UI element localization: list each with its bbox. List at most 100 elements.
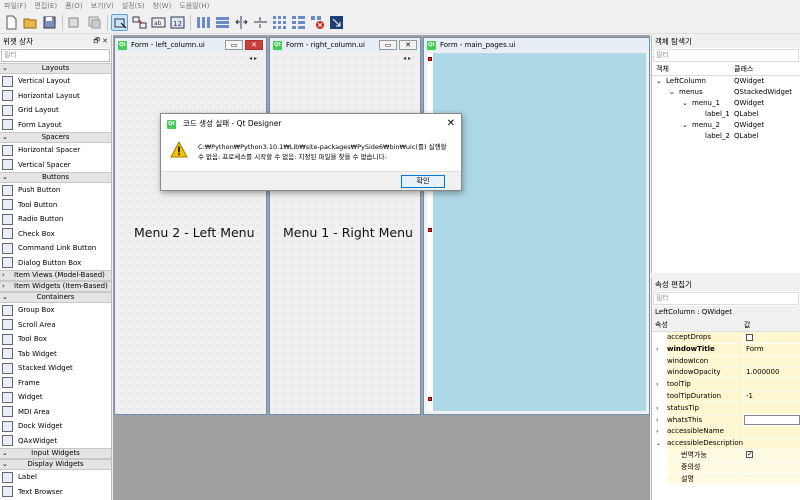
property-value[interactable]: Form [744,343,800,355]
property-row[interactable]: › statusTip [652,402,800,415]
minimize-button[interactable]: ▭ [379,40,397,50]
object-tree-row[interactable]: ⌄ menu_2 QWidget [652,120,800,131]
chevron-right-icon[interactable]: › [656,344,658,356]
property-value[interactable]: 1.000000 [744,367,800,379]
widget-box-item[interactable]: Frame [0,376,111,391]
chevron-right-icon[interactable]: › [656,415,658,427]
ok-button[interactable]: 확인 [401,175,445,188]
property-checkbox[interactable] [746,449,753,461]
widget-box-item[interactable]: Vertical Layout [0,74,111,89]
selection-handle[interactable] [428,228,432,232]
menu-item[interactable]: 설정(S) [118,0,149,12]
widget-box-filter-input[interactable]: 필터 [1,49,110,62]
column-header-property[interactable]: 속성 [652,319,744,331]
menu-item[interactable]: 보기(V) [87,0,118,12]
copy-icon[interactable] [86,14,103,31]
property-row[interactable]: › toolTip [652,379,800,391]
property-row[interactable]: windowOpacity 1.000000 [652,367,800,380]
chevron-down-icon[interactable]: ⌄ [682,120,688,131]
widget-category-header[interactable]: › Item Widgets (Item-Based) [0,281,111,292]
column-header-class[interactable]: 클래스 [734,63,753,75]
object-tree-row[interactable]: label_1 QLabel [652,109,800,120]
menu-item[interactable]: 창(W) [149,0,176,12]
property-row[interactable]: toolTipDuration -1 [652,390,800,403]
menu-item[interactable]: 파일(F) [0,0,30,12]
save-icon[interactable] [41,14,58,31]
layout-vertical-icon[interactable] [214,14,231,31]
stack-page-arrows-icon[interactable]: ◂ ▸ [249,55,257,62]
property-value[interactable] [744,332,800,343]
property-row[interactable]: acceptDrops [652,332,800,344]
property-value[interactable] [744,473,800,485]
property-value[interactable] [744,449,800,461]
widget-box-item[interactable]: Widget [0,390,111,405]
form-canvas[interactable]: ◂ ▸ Menu 1 - Right Menu [273,53,417,411]
new-file-icon[interactable] [3,14,20,31]
close-button[interactable]: ✕ [245,40,263,50]
menu-item[interactable]: 폼(O) [61,0,86,12]
form-window-main-pages[interactable]: Qt Form - main_pages.ui [423,37,650,415]
minimize-button[interactable]: ▭ [225,40,243,50]
property-value[interactable] [744,379,800,390]
object-inspector-filter-input[interactable]: 필터 [653,49,799,62]
menu-label[interactable]: Menu 2 - Left Menu [134,225,255,240]
widget-box-item[interactable]: MDI Area [0,405,111,420]
edit-widgets-icon[interactable] [111,14,128,31]
form-canvas[interactable]: ◂ ▸ Menu 2 - Left Menu [118,53,263,411]
property-row[interactable]: 중의성 [652,461,800,474]
widget-box-item[interactable]: Tool Box [0,332,111,347]
widget-box-item[interactable]: Push Button [0,183,111,198]
widget-box-item[interactable]: Group Box [0,303,111,318]
widget-box-item[interactable]: Vertical Spacer [0,158,111,173]
property-value[interactable] [744,461,800,473]
edit-signals-icon[interactable] [131,14,148,31]
property-value[interactable] [744,426,800,438]
form-window-right-column[interactable]: Qt Form - right_column.ui ▭ ✕ ◂ ▸ Menu 1… [269,37,421,415]
chevron-right-icon[interactable]: › [656,403,658,415]
selection-handle[interactable] [428,397,432,401]
widget-box-item[interactable]: Dock Widget [0,419,111,434]
edit-tab-order-icon[interactable]: 12 [169,14,186,31]
chevron-down-icon[interactable]: ⌄ [669,87,675,98]
property-value[interactable] [744,414,800,426]
form-canvas[interactable] [427,53,646,411]
object-tree-row[interactable]: ⌄ menus QStackedWidget [652,87,800,98]
menu-label[interactable]: Menu 1 - Right Menu [283,225,413,240]
widget-box-item[interactable]: Grid Layout [0,103,111,118]
property-row[interactable]: ⌄ accessibleDescription [652,438,800,450]
property-value[interactable] [744,355,800,367]
form-title-bar[interactable]: Qt Form - left_column.ui ▭ ✕ [115,38,266,52]
property-row[interactable]: › windowTitle Form [652,343,800,356]
widget-category-header[interactable]: ⌄ Buttons [0,172,111,183]
property-row[interactable]: 번역가능 [652,449,800,462]
widget-box-item[interactable]: Stacked Widget [0,361,111,376]
object-tree-row[interactable]: ⌄ menu_1 QWidget [652,98,800,109]
property-row[interactable]: windowIcon [652,355,800,368]
widget-category-header[interactable]: › Item Views (Model-Based) [0,270,111,281]
property-row[interactable]: › accessibleName [652,426,800,439]
widget-box-item[interactable]: Scroll Area [0,318,111,333]
dialog-close-button[interactable]: ✕ [447,114,455,134]
chevron-down-icon[interactable]: ⌄ [656,438,661,450]
layout-grid-icon[interactable] [271,14,288,31]
widget-category-header[interactable]: ⌄ Display Widgets [0,459,111,470]
layout-form-icon[interactable] [290,14,307,31]
menu-item[interactable]: 편집(E) [30,0,61,12]
form-window-left-column[interactable]: Qt Form - left_column.ui ▭ ✕ ◂ ▸ Menu 2 … [114,37,267,415]
column-header-value[interactable]: 값 [744,319,750,331]
property-value[interactable]: -1 [744,390,800,402]
cut-icon[interactable] [66,14,83,31]
property-row[interactable]: 설명 [652,473,800,486]
edit-buddies-icon[interactable]: ab [150,14,167,31]
widget-box-item[interactable]: Tool Button [0,198,111,213]
column-header-object[interactable]: 객체 [652,63,734,75]
close-button[interactable]: ✕ [399,40,417,50]
property-row[interactable]: › whatsThis [652,414,800,427]
object-tree-row[interactable]: ⌄ LeftColumn QWidget [652,76,800,87]
adjust-size-icon[interactable] [328,14,345,31]
widget-category-header[interactable]: ⌄ Layouts [0,63,111,74]
widget-box-item[interactable]: Form Layout [0,118,111,133]
main-pages-area[interactable] [433,53,646,411]
break-layout-icon[interactable] [309,14,326,31]
property-editor-filter-input[interactable]: 필터 [653,292,799,305]
